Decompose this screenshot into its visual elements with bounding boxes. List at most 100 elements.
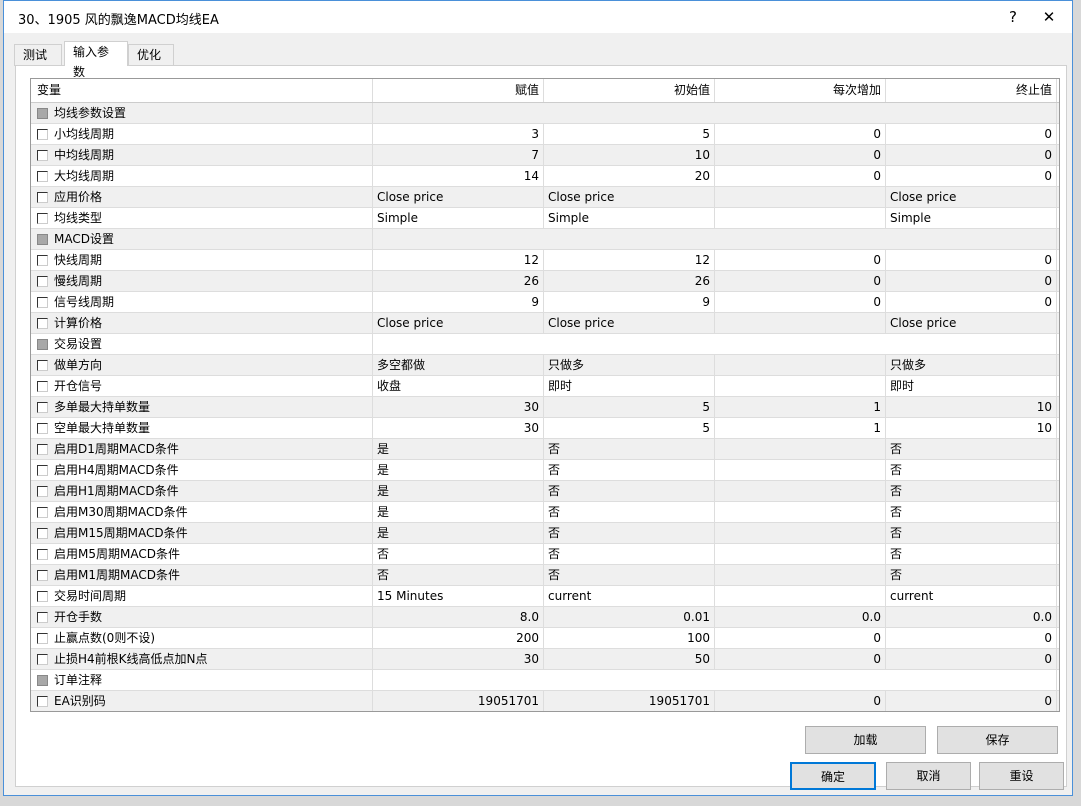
table-row[interactable]: 空单最大持单数量 30 5 1 10 (31, 418, 1059, 439)
step-cell[interactable] (715, 481, 886, 501)
step-cell[interactable] (715, 313, 886, 333)
tab-optimize[interactable]: 优化 (128, 44, 174, 66)
step-cell[interactable] (715, 586, 886, 606)
tab-input-params[interactable]: 输入参数 (64, 41, 128, 79)
checkbox[interactable] (37, 443, 48, 455)
stop-cell[interactable]: 否 (886, 565, 1057, 585)
table-row[interactable]: 应用价格 Close price Close price Close price (31, 187, 1059, 208)
step-cell[interactable] (715, 208, 886, 228)
table-row[interactable]: 启用M30周期MACD条件是否否 (31, 502, 1059, 523)
start-cell[interactable]: 否 (544, 439, 715, 459)
start-cell[interactable]: 5 (544, 124, 715, 144)
checkbox[interactable] (37, 338, 48, 350)
stop-cell[interactable]: 否 (886, 523, 1057, 543)
checkbox[interactable] (37, 548, 48, 560)
step-cell[interactable]: 1 (715, 397, 886, 417)
table-row[interactable]: 快线周期 12 12 0 0 (31, 250, 1059, 271)
value-cell[interactable]: Close price (373, 313, 544, 333)
col-step[interactable]: 每次增加 (715, 79, 886, 102)
table-row[interactable]: 均线类型 Simple Simple Simple (31, 208, 1059, 229)
value-cell[interactable]: 30 (373, 418, 544, 438)
step-cell[interactable]: 0 (715, 691, 886, 711)
checkbox[interactable] (37, 191, 48, 203)
value-cell[interactable]: 30 (373, 649, 544, 669)
start-cell[interactable]: 否 (544, 460, 715, 480)
value-cell[interactable]: 30 (373, 397, 544, 417)
start-cell[interactable]: Simple (544, 208, 715, 228)
step-cell[interactable] (715, 187, 886, 207)
load-button[interactable]: 加载 (805, 726, 926, 754)
step-cell[interactable]: 0 (715, 250, 886, 270)
checkbox[interactable] (37, 569, 48, 581)
table-row[interactable]: 开仓信号 收盘 即时 即时 (31, 376, 1059, 397)
step-cell[interactable] (715, 523, 886, 543)
stop-cell[interactable]: 否 (886, 544, 1057, 564)
table-row[interactable]: EA识别码 19051701 19051701 0 0 (31, 691, 1059, 711)
table-row[interactable]: 启用M1周期MACD条件否否否 (31, 565, 1059, 586)
step-cell[interactable]: 0 (715, 271, 886, 291)
reset-button[interactable]: 重设 (979, 762, 1064, 790)
stop-cell[interactable]: 否 (886, 460, 1057, 480)
tab-test[interactable]: 测试 (14, 44, 62, 66)
step-cell[interactable]: 0 (715, 292, 886, 312)
start-cell[interactable]: 12 (544, 250, 715, 270)
step-cell[interactable]: 0 (715, 124, 886, 144)
checkbox[interactable] (37, 149, 48, 161)
group-row[interactable]: 交易设置 (31, 334, 1059, 355)
stop-cell[interactable]: 否 (886, 481, 1057, 501)
stop-cell[interactable]: 0 (886, 691, 1057, 711)
value-cell[interactable]: 7 (373, 145, 544, 165)
start-cell[interactable]: 否 (544, 481, 715, 501)
value-cell[interactable]: 是 (373, 523, 544, 543)
table-row[interactable]: 启用D1周期MACD条件是否否 (31, 439, 1059, 460)
checkbox[interactable] (37, 296, 48, 308)
value-cell[interactable]: 14 (373, 166, 544, 186)
step-cell[interactable]: 0 (715, 166, 886, 186)
stop-cell[interactable]: Close price (886, 313, 1057, 333)
table-row[interactable]: 启用M15周期MACD条件是否否 (31, 523, 1059, 544)
checkbox[interactable] (37, 359, 48, 371)
step-cell[interactable] (715, 502, 886, 522)
checkbox[interactable] (37, 464, 48, 476)
table-row[interactable]: 计算价格 Close price Close price Close price (31, 313, 1059, 334)
table-row[interactable]: 做单方向 多空都做 只做多 只做多 (31, 355, 1059, 376)
checkbox[interactable] (37, 695, 48, 707)
stop-cell[interactable]: Simple (886, 208, 1057, 228)
checkbox[interactable] (37, 380, 48, 392)
start-cell[interactable]: 0.01 (544, 607, 715, 627)
stop-cell[interactable]: 0 (886, 271, 1057, 291)
checkbox[interactable] (37, 422, 48, 434)
stop-cell[interactable]: 0 (886, 166, 1057, 186)
value-cell[interactable]: 200 (373, 628, 544, 648)
col-stop[interactable]: 终止值 (886, 79, 1057, 102)
table-row[interactable]: 多单最大持单数量 30 5 1 10 (31, 397, 1059, 418)
start-cell[interactable]: Close price (544, 313, 715, 333)
stop-cell[interactable]: 0 (886, 124, 1057, 144)
value-cell[interactable]: 9 (373, 292, 544, 312)
checkbox[interactable] (37, 275, 48, 287)
cancel-button[interactable]: 取消 (886, 762, 971, 790)
checkbox[interactable] (37, 506, 48, 518)
start-cell[interactable]: Close price (544, 187, 715, 207)
value-cell[interactable]: 26 (373, 271, 544, 291)
value-cell[interactable]: 是 (373, 481, 544, 501)
table-row[interactable]: 启用H1周期MACD条件是否否 (31, 481, 1059, 502)
step-cell[interactable]: 0 (715, 649, 886, 669)
table-row[interactable]: 信号线周期 9 9 0 0 (31, 292, 1059, 313)
col-variable[interactable]: 变量 (31, 79, 373, 102)
start-cell[interactable]: 50 (544, 649, 715, 669)
step-cell[interactable] (715, 376, 886, 396)
checkbox[interactable] (37, 254, 48, 266)
value-cell[interactable]: 12 (373, 250, 544, 270)
group-row[interactable]: 均线参数设置 (31, 103, 1059, 124)
checkbox[interactable] (37, 401, 48, 413)
stop-cell[interactable]: 只做多 (886, 355, 1057, 375)
stop-cell[interactable]: Close price (886, 187, 1057, 207)
step-cell[interactable]: 1 (715, 418, 886, 438)
checkbox[interactable] (37, 317, 48, 329)
checkbox[interactable] (37, 107, 48, 119)
step-cell[interactable]: 0.0 (715, 607, 886, 627)
stop-cell[interactable]: 0 (886, 649, 1057, 669)
checkbox[interactable] (37, 674, 48, 686)
value-cell[interactable]: 否 (373, 544, 544, 564)
